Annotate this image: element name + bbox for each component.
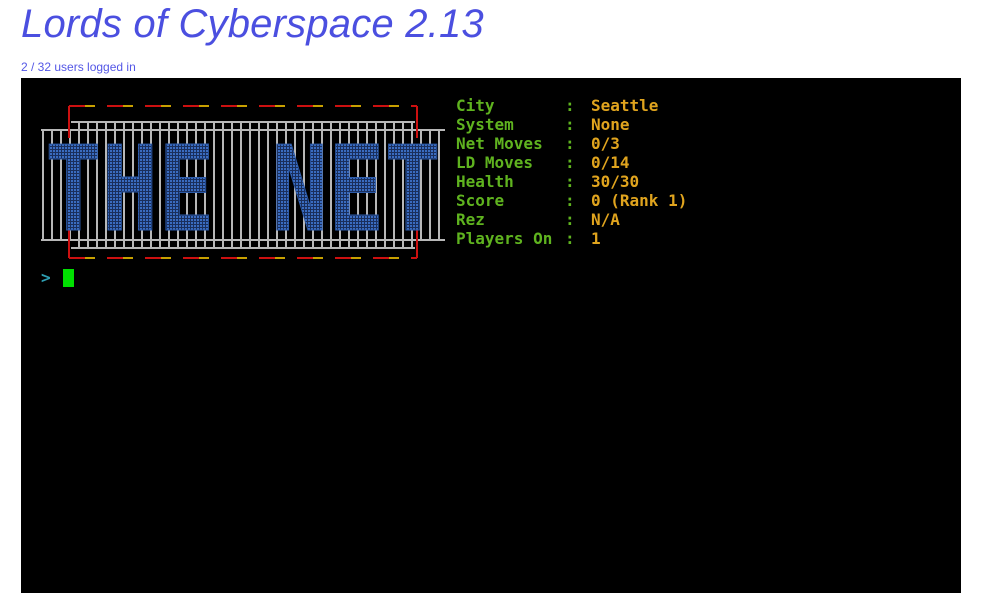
stat-label: City <box>456 96 495 115</box>
stat-separator: : <box>565 172 585 191</box>
stat-label: Health <box>456 172 514 191</box>
stat-value: N/A <box>591 210 620 229</box>
stat-separator: : <box>565 115 585 134</box>
stat-row: Score: 0 (Rank 1) <box>456 191 687 210</box>
stat-row: Rez: N/A <box>456 210 687 229</box>
prompt-chevron-icon: > <box>41 268 51 287</box>
stat-row: Health: 30/30 <box>456 172 687 191</box>
stat-label: Players On <box>456 229 553 248</box>
stat-value: 30/30 <box>591 172 640 191</box>
page-title: Lords of Cyberspace 2.13 <box>21 2 484 46</box>
stat-label: Net Moves <box>456 134 543 153</box>
the-net-logo: THE NET <box>41 105 445 259</box>
stat-row: City: Seattle <box>456 96 687 115</box>
stat-label: LD Moves <box>456 153 534 172</box>
stat-value: 0 (Rank 1) <box>591 191 688 210</box>
users-logged-in: 2 / 32 users logged in <box>21 60 136 74</box>
stat-row: System: None <box>456 115 687 134</box>
stat-row: Players On: 1 <box>456 229 687 248</box>
terminal-screen[interactable]: THE NET City: Seattle System: None Net Mov… <box>21 78 961 593</box>
stat-label: System <box>456 115 514 134</box>
stat-separator: : <box>565 229 585 248</box>
stat-label: Rez <box>456 210 485 229</box>
stat-row: LD Moves: 0/14 <box>456 153 687 172</box>
stat-row: Net Moves: 0/3 <box>456 134 687 153</box>
stat-separator: : <box>565 210 585 229</box>
stat-separator: : <box>565 96 585 115</box>
stat-value: 0/3 <box>591 134 620 153</box>
stat-label: Score <box>456 191 505 210</box>
stat-separator: : <box>565 153 585 172</box>
stat-value: Seattle <box>591 96 659 115</box>
text-cursor <box>63 269 74 287</box>
stat-value: 1 <box>591 229 601 248</box>
stats-panel: City: Seattle System: None Net Moves: 0/3 L… <box>456 96 687 248</box>
stat-separator: : <box>565 134 585 153</box>
stat-value: 0/14 <box>591 153 630 172</box>
page: Lords of Cyberspace 2.13 2 / 32 users lo… <box>0 0 988 611</box>
stat-value: None <box>591 115 630 134</box>
logo-text: THE NET <box>45 120 441 258</box>
stat-separator: : <box>565 191 585 210</box>
